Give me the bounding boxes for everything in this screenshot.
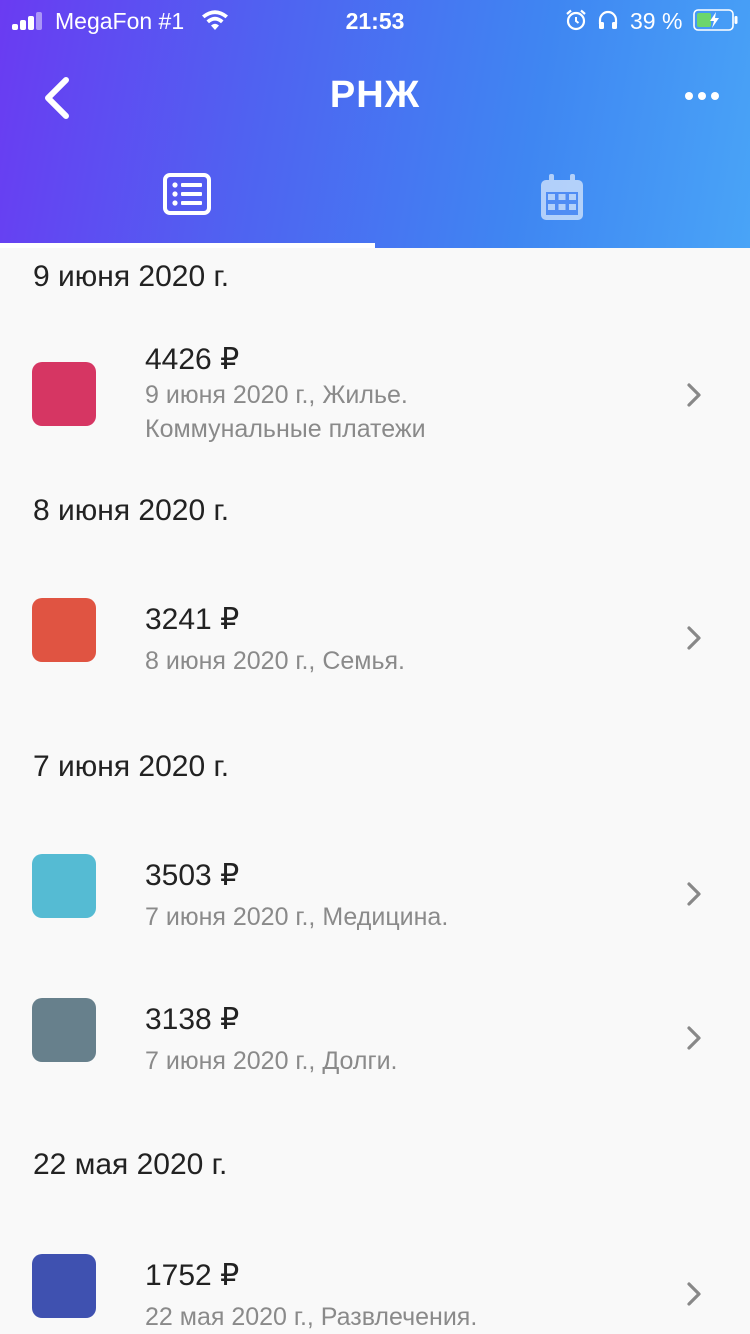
calendar-icon bbox=[541, 174, 583, 220]
battery-icon bbox=[693, 9, 738, 31]
tab-calendar[interactable] bbox=[375, 160, 750, 248]
transaction-amount: 1752 ₽ bbox=[145, 1259, 240, 1292]
chevron-right-icon bbox=[687, 1026, 701, 1050]
category-color-swatch bbox=[32, 598, 96, 662]
transaction-item[interactable]: 3503 ₽ 7 июня 2020 г., Медицина. bbox=[0, 824, 750, 964]
transaction-item[interactable]: 1752 ₽ 22 мая 2020 г., Развлечения. bbox=[0, 1224, 750, 1334]
battery-percent: 39 % bbox=[630, 8, 683, 34]
more-options-button[interactable] bbox=[672, 78, 732, 114]
transaction-description: 9 июня 2020 г., Жилье. bbox=[145, 381, 408, 409]
chevron-right-icon bbox=[687, 882, 701, 906]
page-title: РНЖ bbox=[329, 74, 421, 116]
transaction-description: 7 июня 2020 г., Медицина. bbox=[145, 903, 449, 931]
date-group-header: 22 мая 2020 г. bbox=[33, 1148, 228, 1181]
headphones-icon bbox=[598, 10, 618, 29]
transaction-amount: 4426 ₽ bbox=[145, 343, 240, 376]
transaction-amount: 3503 ₽ bbox=[145, 859, 240, 892]
tab-list[interactable] bbox=[0, 160, 375, 248]
category-color-swatch bbox=[32, 854, 96, 918]
date-group-header: 7 июня 2020 г. bbox=[33, 750, 230, 783]
transaction-description-line2: Коммунальные платежи bbox=[145, 415, 426, 443]
transaction-item[interactable]: 3138 ₽ 7 июня 2020 г., Долги. bbox=[0, 968, 750, 1108]
more-dots-icon bbox=[685, 92, 719, 100]
category-color-swatch bbox=[32, 998, 96, 1062]
list-icon bbox=[163, 173, 211, 215]
status-bar: MegaFon #1 21:53 39 % bbox=[0, 0, 750, 40]
active-tab-indicator bbox=[0, 243, 375, 248]
chevron-right-icon bbox=[687, 383, 701, 407]
date-group-header: 8 июня 2020 г. bbox=[33, 494, 230, 527]
transaction-description: 22 мая 2020 г., Развлечения. bbox=[145, 1303, 478, 1331]
category-color-swatch bbox=[32, 1254, 96, 1318]
transaction-description: 7 июня 2020 г., Долги. bbox=[145, 1047, 398, 1075]
transaction-description: 8 июня 2020 г., Семья. bbox=[145, 647, 405, 675]
category-color-swatch bbox=[32, 362, 96, 426]
chevron-right-icon bbox=[687, 626, 701, 650]
transaction-item[interactable]: 4426 ₽ 9 июня 2020 г., Жилье. Коммунальн… bbox=[0, 332, 750, 462]
date-group-header: 9 июня 2020 г. bbox=[33, 260, 230, 293]
alarm-icon bbox=[566, 9, 586, 31]
chevron-right-icon bbox=[687, 1282, 701, 1306]
transaction-item[interactable]: 3241 ₽ 8 июня 2020 г., Семья. bbox=[0, 568, 750, 708]
transaction-amount: 3241 ₽ bbox=[145, 603, 240, 636]
transaction-amount: 3138 ₽ bbox=[145, 1003, 240, 1036]
app-header: MegaFon #1 21:53 39 % РНЖ bbox=[0, 0, 750, 248]
